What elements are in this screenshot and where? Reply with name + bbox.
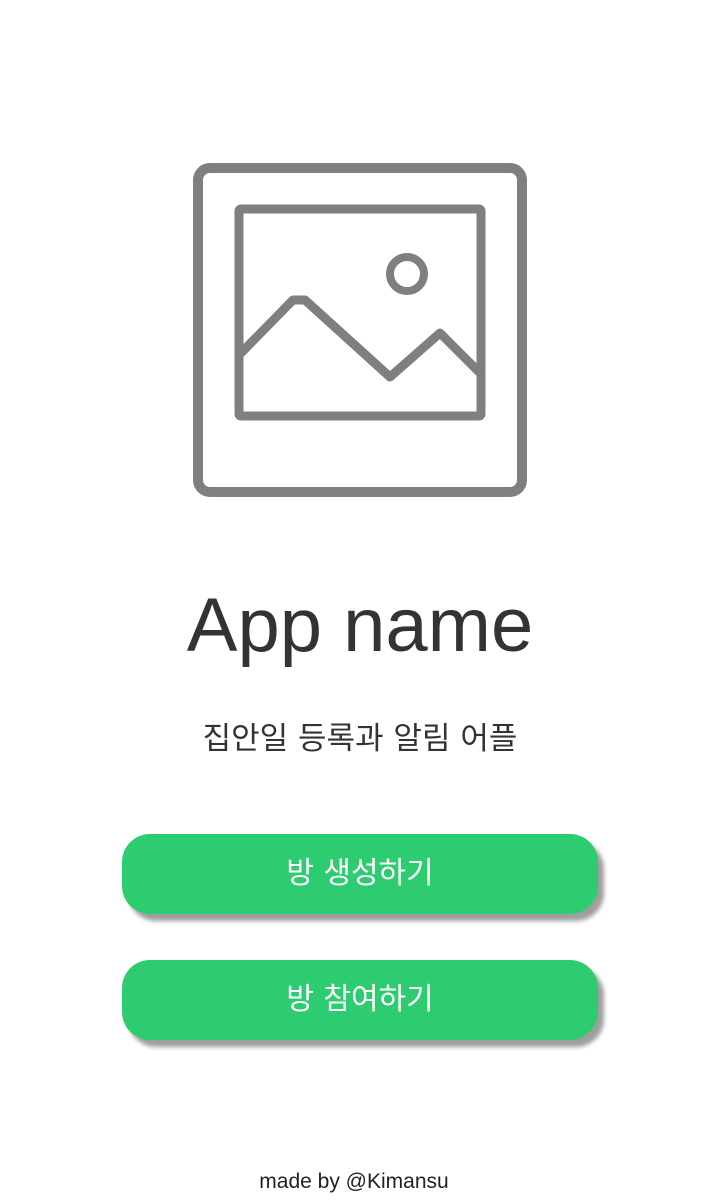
create-room-button[interactable]: 방 생성하기: [122, 834, 598, 914]
image-placeholder-icon: [193, 163, 527, 497]
start-screen: App name 집안일 등록과 알림 어플 방 생성하기 방 참여하기 mad…: [0, 0, 720, 1200]
footer-credit: made by @Kimansu: [259, 1170, 449, 1193]
join-room-button[interactable]: 방 참여하기: [122, 960, 598, 1040]
app-title: App name: [186, 583, 534, 668]
app-subtitle: 집안일 등록과 알림 어플: [202, 721, 518, 757]
